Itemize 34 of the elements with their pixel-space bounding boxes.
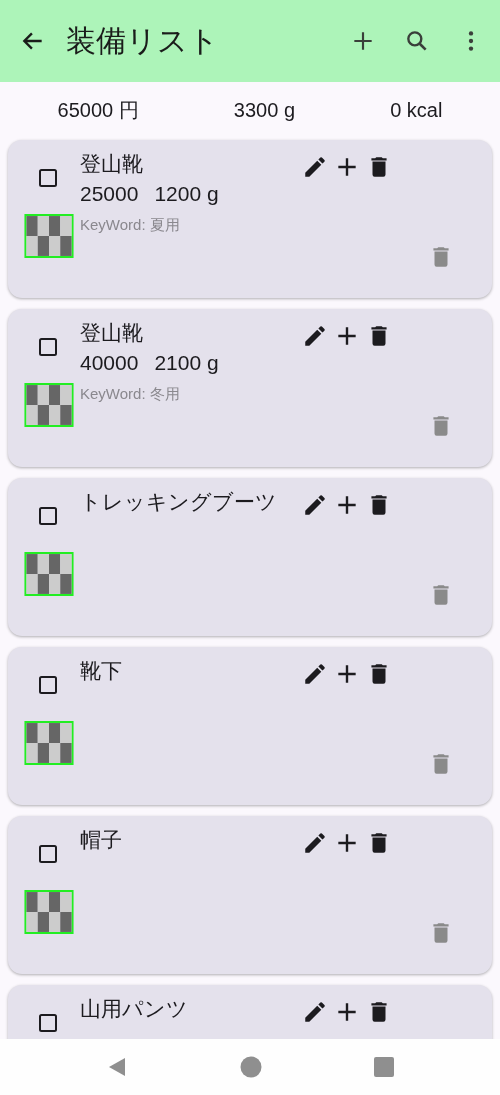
total-weight: 3300 g bbox=[233, 98, 296, 122]
total-price: 65000 円 bbox=[57, 97, 139, 123]
checkbox[interactable] bbox=[36, 166, 60, 190]
edit-icon[interactable] bbox=[302, 323, 328, 349]
item-name: 登山靴 bbox=[80, 321, 143, 345]
item-name: 登山靴 bbox=[80, 152, 143, 176]
edit-icon[interactable] bbox=[302, 999, 328, 1025]
checkered-thumbnail bbox=[24, 552, 74, 596]
item-keyword: KeyWord: 冬用 bbox=[80, 385, 181, 404]
item-name: 山用パンツ bbox=[80, 997, 188, 1021]
item-name: 帽子 bbox=[80, 828, 122, 852]
checkered-thumbnail bbox=[24, 721, 74, 765]
checkbox[interactable] bbox=[36, 335, 60, 359]
checkered-thumbnail bbox=[24, 890, 74, 934]
edit-icon[interactable] bbox=[302, 661, 328, 687]
checkered-thumbnail bbox=[24, 383, 74, 427]
item-name: 靴下 bbox=[80, 659, 122, 683]
checkered-thumbnail bbox=[24, 214, 74, 258]
edit-icon[interactable] bbox=[302, 154, 328, 180]
checkbox[interactable] bbox=[36, 504, 60, 528]
checkbox[interactable] bbox=[36, 1011, 60, 1035]
edit-icon[interactable] bbox=[302, 492, 328, 518]
home-icon[interactable] bbox=[240, 1056, 262, 1078]
item-weight: 2100 g bbox=[154, 350, 219, 376]
total-calories: 0 kcal bbox=[390, 98, 443, 122]
item-price: 40000 bbox=[80, 350, 139, 376]
checkbox[interactable] bbox=[36, 673, 60, 697]
edit-icon[interactable] bbox=[302, 830, 328, 856]
item-price: 25000 bbox=[80, 181, 139, 207]
screen-title: 装備リスト bbox=[66, 22, 220, 59]
checkbox[interactable] bbox=[36, 842, 60, 866]
item-name: トレッキングブーツ bbox=[80, 490, 277, 514]
item-weight: 1200 g bbox=[154, 181, 219, 207]
item-keyword: KeyWord: 夏用 bbox=[80, 216, 181, 235]
